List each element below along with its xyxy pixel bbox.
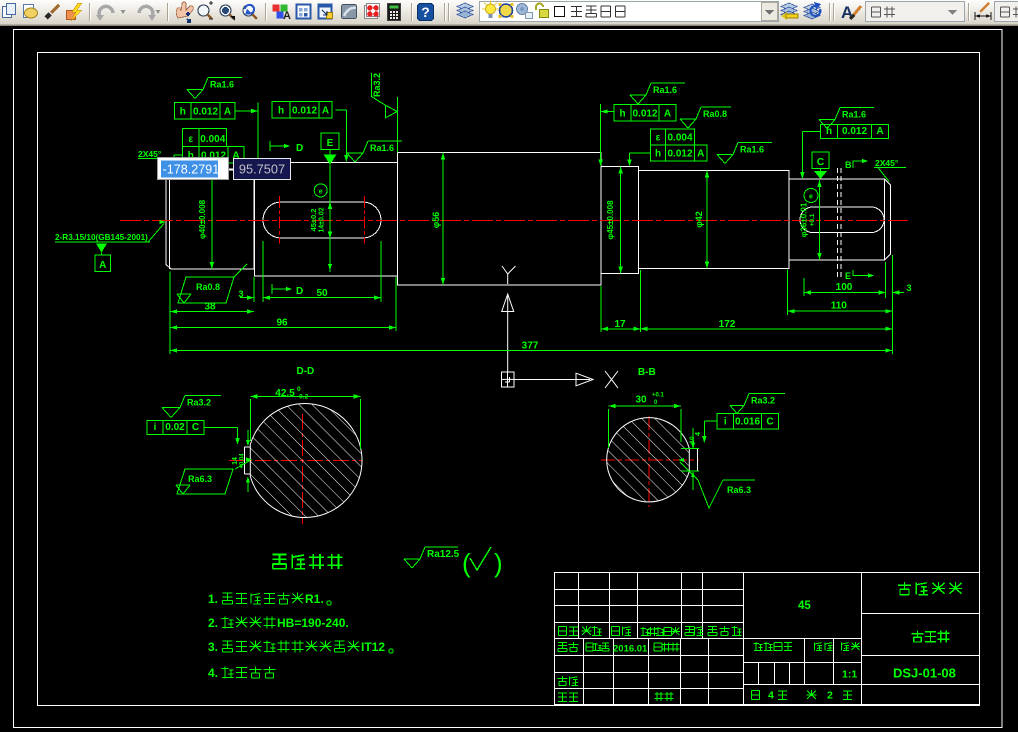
svg-text:φ36±0.01: φ36±0.01 [800, 202, 809, 237]
svg-text:0: 0 [297, 386, 301, 393]
svg-text:0.012: 0.012 [292, 106, 317, 117]
svg-text:i: i [724, 417, 727, 428]
svg-text:DSJ-01-08: DSJ-01-08 [893, 666, 956, 681]
svg-text:ε: ε [656, 133, 661, 144]
svg-text:A: A [697, 149, 704, 160]
svg-text:E: E [327, 138, 334, 149]
svg-text:h: h [278, 106, 284, 117]
svg-text:A: A [99, 260, 106, 271]
svg-text:IT12: IT12 [361, 640, 385, 654]
svg-text:E: E [845, 271, 851, 281]
svg-text:0.016: 0.016 [735, 417, 760, 428]
svg-text:A: A [664, 109, 671, 120]
svg-text:0.012: 0.012 [632, 109, 657, 120]
svg-text:1.: 1. [208, 592, 218, 606]
svg-text:2016.01: 2016.01 [613, 644, 648, 655]
svg-text:h: h [180, 107, 186, 118]
svg-text:17: 17 [614, 319, 626, 330]
svg-text:-0.2: -0.2 [297, 394, 309, 401]
svg-text:(: ( [462, 548, 471, 578]
svg-text:3: 3 [238, 289, 243, 299]
svg-text:38: 38 [204, 302, 216, 313]
svg-text:A: A [876, 126, 883, 137]
svg-text:45±0.2: 45±0.2 [309, 209, 318, 232]
svg-text:4: 4 [768, 690, 774, 702]
svg-text:2-R3.15/10(GB145-2001): 2-R3.15/10(GB145-2001) [55, 233, 148, 242]
svg-text:0.004: 0.004 [200, 134, 225, 145]
svg-text:ε: ε [188, 134, 193, 145]
svg-text:96: 96 [276, 318, 288, 329]
svg-text:0.012: 0.012 [193, 107, 218, 118]
svg-text:4.: 4. [208, 666, 218, 680]
svg-text:φ56: φ56 [431, 212, 441, 228]
svg-text:100: 100 [836, 282, 853, 293]
svg-text:-178.2791: -178.2791 [163, 163, 220, 177]
svg-text:Ra1.6: Ra1.6 [370, 143, 394, 153]
svg-text:50: 50 [316, 288, 328, 299]
svg-text:B-B: B-B [638, 367, 656, 378]
svg-text:Ra3.2: Ra3.2 [187, 398, 211, 408]
svg-text:Ra1.6: Ra1.6 [842, 110, 866, 120]
svg-text:42.5: 42.5 [275, 388, 295, 399]
svg-text:B: B [845, 160, 852, 170]
svg-text:C: C [817, 157, 824, 168]
svg-text:Ra1.6: Ra1.6 [740, 145, 764, 155]
svg-text:C: C [192, 422, 199, 433]
svg-text:0.02: 0.02 [165, 422, 185, 433]
svg-text:HB=190-240.: HB=190-240. [277, 616, 349, 630]
svg-text:): ) [494, 548, 503, 578]
svg-text:φ45±0.008: φ45±0.008 [606, 200, 615, 240]
svg-text:Ra1.6: Ra1.6 [653, 85, 677, 95]
svg-text:Ra3.2: Ra3.2 [751, 396, 775, 406]
svg-text:Ra0.8: Ra0.8 [703, 109, 727, 119]
svg-text:1:1: 1:1 [842, 669, 857, 681]
svg-text:95.7507: 95.7507 [239, 162, 285, 177]
svg-text:e: e [809, 194, 813, 201]
svg-text:A: A [283, 10, 291, 22]
svg-text:Ra0.8: Ra0.8 [196, 282, 220, 292]
svg-text:2X45°: 2X45° [875, 158, 899, 168]
svg-text:2.: 2. [208, 616, 218, 630]
svg-text:h: h [619, 109, 625, 120]
svg-text:D: D [296, 143, 303, 154]
svg-text:10: 10 [689, 436, 696, 444]
svg-text:C: C [766, 417, 773, 428]
svg-text:4: 4 [695, 432, 702, 436]
svg-text:172: 172 [719, 319, 736, 330]
svg-text:?: ? [421, 4, 430, 20]
svg-text:A: A [322, 106, 329, 117]
svg-text:0.004: 0.004 [667, 133, 692, 144]
svg-text:110: 110 [831, 301, 848, 312]
svg-text:Ra1.6: Ra1.6 [210, 80, 234, 90]
svg-text:φ40±0.008: φ40±0.008 [198, 199, 207, 239]
svg-text:Ra6.3: Ra6.3 [188, 474, 212, 484]
svg-text:Ra12.5: Ra12.5 [427, 549, 460, 560]
svg-text:14±0.02: 14±0.02 [319, 207, 326, 232]
svg-text:D-D: D-D [297, 366, 315, 377]
svg-text:45: 45 [798, 600, 811, 612]
svg-text:φ42: φ42 [694, 211, 704, 227]
svg-text:e: e [319, 189, 323, 196]
svg-text:3.: 3. [208, 640, 218, 654]
svg-text:+0.1: +0.1 [652, 393, 665, 399]
svg-text:h: h [655, 149, 661, 160]
svg-text:+0.04: +0.04 [240, 453, 246, 469]
svg-text:Ra6.3: Ra6.3 [727, 485, 751, 495]
svg-text:30: 30 [635, 395, 647, 406]
svg-text:+0.1: +0.1 [809, 213, 816, 226]
svg-text:R1.: R1. [305, 592, 324, 606]
svg-text:A: A [224, 107, 231, 118]
svg-text:i: i [154, 422, 157, 433]
svg-text:0.012: 0.012 [667, 149, 692, 160]
svg-text:377: 377 [522, 341, 539, 352]
svg-text:2: 2 [827, 690, 833, 702]
svg-text:14: 14 [232, 457, 239, 465]
svg-text:0.012: 0.012 [842, 126, 867, 137]
svg-text:Ra3.2: Ra3.2 [372, 73, 382, 97]
svg-text:3: 3 [906, 283, 911, 293]
svg-text:D: D [296, 286, 303, 297]
